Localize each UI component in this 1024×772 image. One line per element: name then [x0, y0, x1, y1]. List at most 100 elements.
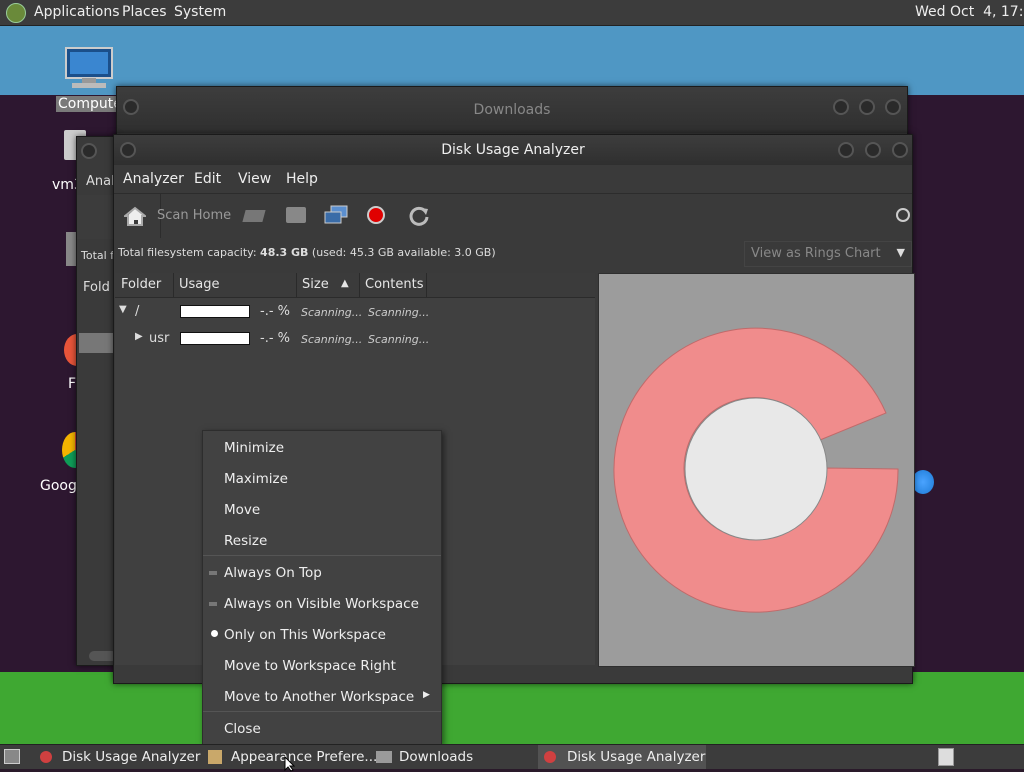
- top-panel: Applications Places System Wed Oct 4, 17…: [0, 0, 1024, 26]
- menu-edit[interactable]: Edit: [194, 171, 221, 187]
- places-menu[interactable]: Places: [122, 4, 167, 20]
- menu-item-label: Maximize: [224, 471, 288, 487]
- menu-item-label: Always On Top: [224, 565, 322, 581]
- desktop-icon-label: F: [68, 376, 77, 392]
- column-folder[interactable]: Folder: [121, 277, 161, 292]
- menu-view[interactable]: View: [238, 171, 271, 187]
- system-menu[interactable]: System: [174, 4, 226, 20]
- home-icon[interactable]: [124, 206, 146, 226]
- scan-home-button[interactable]: Scan Home: [157, 208, 231, 223]
- applications-menu[interactable]: Applications: [34, 4, 120, 20]
- menu-item-minimize[interactable]: Minimize: [203, 433, 441, 462]
- clock[interactable]: Wed Oct 4, 17:33: [915, 4, 1024, 20]
- menu-logo-icon[interactable]: [6, 3, 26, 23]
- task-label: Disk Usage Analyzer: [62, 749, 201, 765]
- info-bar: Total filesystem capacity: 48.3 GB (used…: [114, 238, 912, 268]
- minimize-icon[interactable]: [838, 142, 854, 158]
- left-window[interactable]: Anal Total f Fold: [76, 136, 118, 666]
- menu-item-label: Move: [224, 502, 261, 518]
- usage-percent: -.- %: [260, 304, 290, 319]
- window-title: Downloads: [473, 102, 551, 118]
- window-context-menu: Minimize Maximize Move Resize Always On …: [202, 430, 442, 745]
- folder-icon: [376, 751, 392, 763]
- size-value: Scanning...: [301, 306, 363, 319]
- menu-analyzer[interactable]: Analyzer: [123, 171, 184, 187]
- menu-separator: [203, 555, 441, 556]
- task-disk-usage-analyzer-1[interactable]: Disk Usage Analyzer: [34, 745, 200, 769]
- table-row[interactable]: ▼ / -.- % Scanning... Scanning...: [115, 301, 595, 325]
- menu-item-resize[interactable]: Resize: [203, 526, 441, 555]
- column-size[interactable]: Size: [302, 277, 329, 292]
- column-separator: [296, 273, 297, 297]
- window-menu-icon[interactable]: [81, 143, 97, 159]
- tree-header: Folder Usage Size ▲ Contents: [115, 273, 595, 298]
- taskbar: Disk Usage Analyzer Appearance Prefere..…: [0, 744, 1024, 769]
- maximize-icon[interactable]: [865, 142, 881, 158]
- menu-item-move[interactable]: Move: [203, 495, 441, 524]
- capacity-info: Total filesystem capacity: 48.3 GB (used…: [118, 246, 496, 259]
- spinner-icon: [896, 208, 910, 222]
- menu-item-label: Resize: [224, 533, 268, 549]
- capacity-value: 48.3 GB: [260, 246, 309, 259]
- column-separator: [359, 273, 360, 297]
- contents-value: Scanning...: [368, 306, 430, 319]
- task-downloads[interactable]: Downloads: [372, 745, 534, 769]
- desktop-icon-computer[interactable]: Compute: [56, 44, 124, 116]
- left-window-menu[interactable]: Anal: [86, 174, 115, 189]
- usage-bar: [180, 305, 250, 318]
- checkbox-icon: [209, 571, 217, 575]
- checkbox-icon: [209, 602, 217, 606]
- menu-item-maximize[interactable]: Maximize: [203, 464, 441, 493]
- scan-filesystem-icon[interactable]: [242, 210, 266, 222]
- show-desktop-icon[interactable]: [4, 749, 20, 764]
- stop-icon[interactable]: [367, 206, 385, 224]
- column-separator: [173, 273, 174, 297]
- downloads-titlebar[interactable]: Downloads: [117, 87, 907, 133]
- left-window-toolbar: [77, 195, 117, 239]
- workspace-switcher-icon[interactable]: [938, 748, 954, 766]
- menu-item-only-this-workspace[interactable]: Only on This Workspace: [203, 620, 441, 649]
- task-label: Disk Usage Analyzer: [567, 749, 706, 765]
- rings-chart-svg: [613, 327, 899, 613]
- ring-center: [684, 397, 828, 541]
- menu-item-label: Close: [224, 721, 261, 737]
- radio-selected-icon: [211, 630, 218, 637]
- maximize-icon[interactable]: [859, 99, 875, 115]
- table-row[interactable]: ▶ usr -.- % Scanning... Scanning...: [115, 328, 595, 352]
- column-separator: [426, 273, 427, 297]
- column-contents[interactable]: Contents: [365, 277, 423, 292]
- menu-item-close[interactable]: Close: [203, 714, 441, 743]
- capacity-label: Total filesystem capacity:: [118, 246, 261, 259]
- refresh-icon[interactable]: [408, 205, 430, 227]
- view-selector-value: View as Rings Chart: [751, 246, 881, 261]
- menu-help[interactable]: Help: [286, 171, 318, 187]
- disk-usage-app-icon: [544, 751, 556, 763]
- view-selector[interactable]: View as Rings Chart ▼: [744, 241, 912, 267]
- menu-item-label: Only on This Workspace: [224, 627, 386, 643]
- expander-open-icon[interactable]: ▼: [119, 304, 127, 315]
- close-icon[interactable]: [892, 142, 908, 158]
- folder-name: /: [135, 304, 140, 319]
- minimize-icon[interactable]: [833, 99, 849, 115]
- window-title: Disk Usage Analyzer: [441, 142, 585, 158]
- close-icon[interactable]: [885, 99, 901, 115]
- blue-orb-icon: [912, 470, 934, 494]
- menu-item-another-workspace[interactable]: Move to Another Workspace ▶: [203, 682, 441, 711]
- task-disk-usage-analyzer-2[interactable]: Disk Usage Analyzer: [538, 745, 706, 769]
- analyzer-titlebar[interactable]: Disk Usage Analyzer: [114, 135, 912, 165]
- menu-item-workspace-right[interactable]: Move to Workspace Right: [203, 651, 441, 680]
- usage-percent: -.- %: [260, 331, 290, 346]
- left-window-selected-row: [79, 333, 117, 353]
- toolbar: Scan Home: [114, 193, 912, 238]
- menu-item-label: Always on Visible Workspace: [224, 596, 419, 612]
- menu-item-always-on-top[interactable]: Always On Top: [203, 558, 441, 587]
- chevron-down-icon: ▼: [896, 246, 905, 259]
- computer-icon: [65, 47, 113, 88]
- scan-folder-icon[interactable]: [286, 207, 306, 223]
- column-usage[interactable]: Usage: [179, 277, 220, 292]
- expander-closed-icon[interactable]: ▶: [135, 331, 143, 342]
- menu-item-always-visible-workspace[interactable]: Always on Visible Workspace: [203, 589, 441, 618]
- rings-chart[interactable]: [598, 273, 915, 667]
- scan-remote-icon[interactable]: [324, 205, 350, 227]
- usage-bar: [180, 332, 250, 345]
